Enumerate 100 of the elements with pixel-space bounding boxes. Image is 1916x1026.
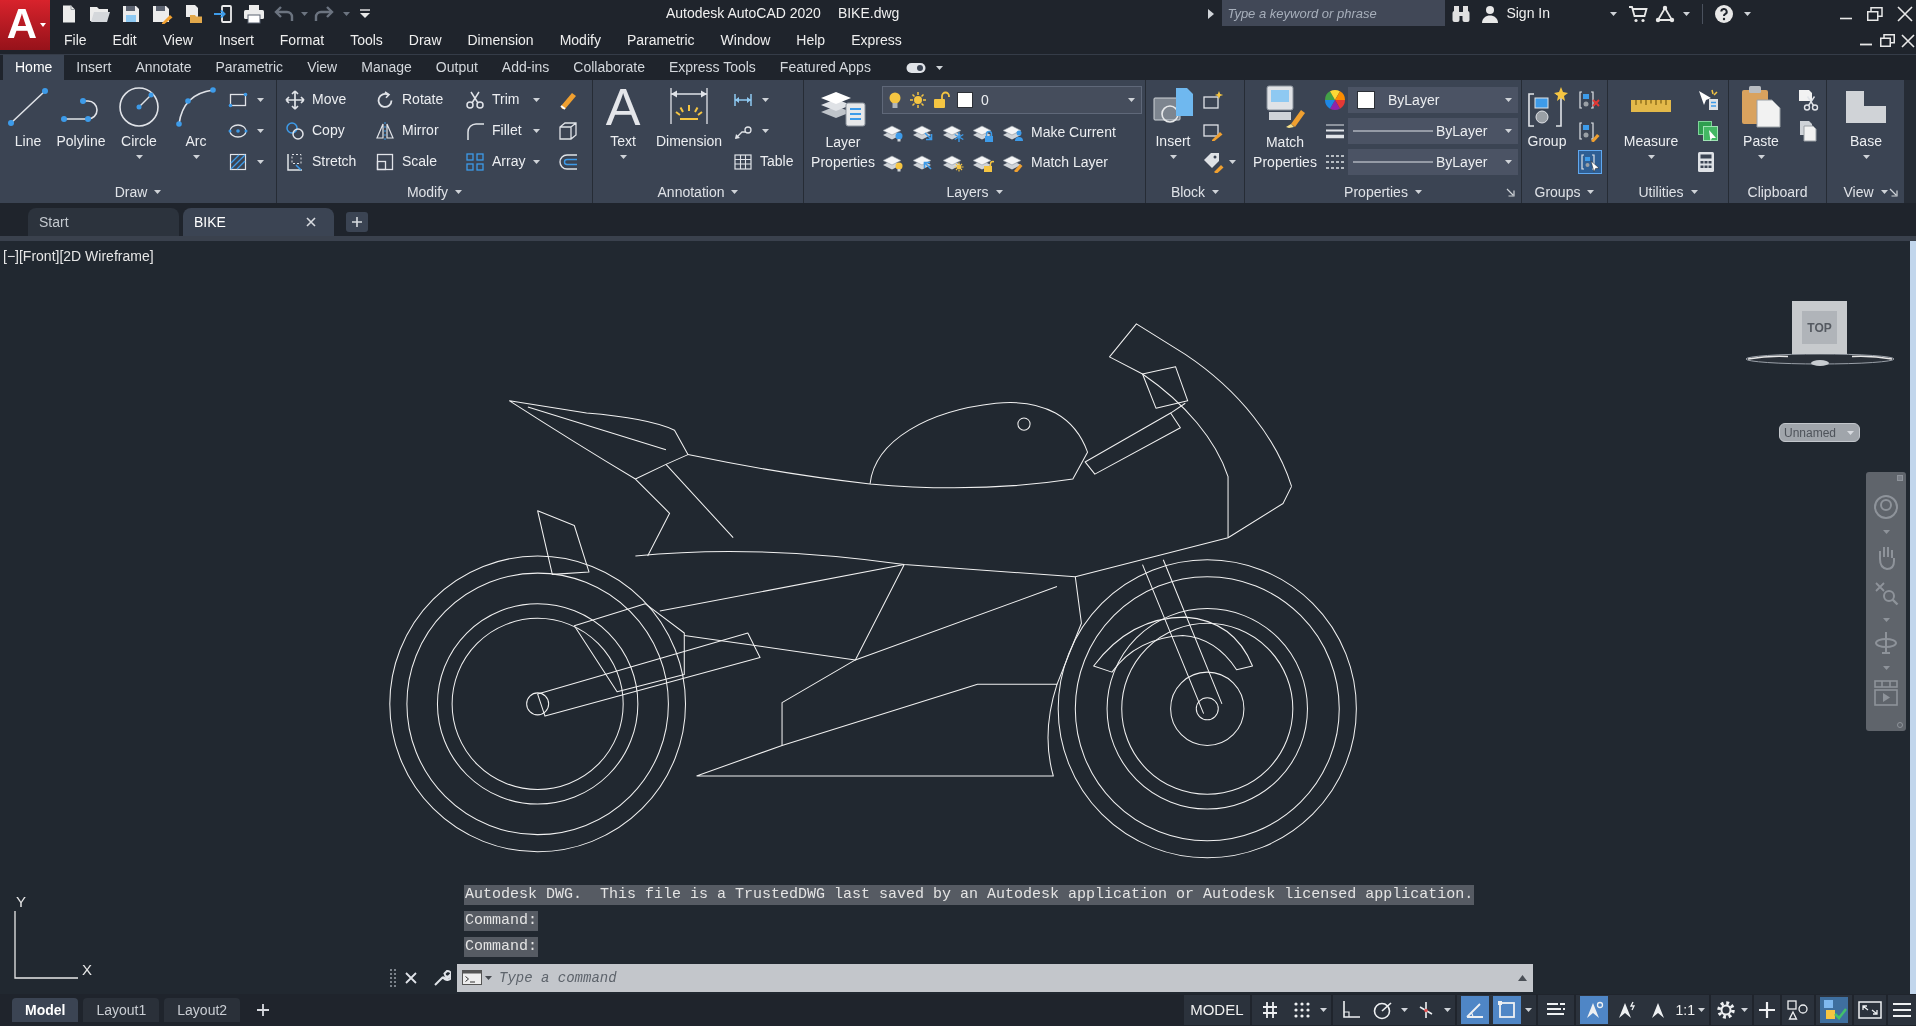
menu-item[interactable]: Parametric	[626, 30, 695, 51]
binoculars-icon[interactable]	[1451, 4, 1472, 23]
close-icon[interactable]	[306, 217, 316, 227]
caret-icon[interactable]	[762, 128, 769, 133]
padlock-icon[interactable]	[933, 91, 951, 109]
menu-item[interactable]: Edit	[112, 30, 137, 51]
caret-icon[interactable]	[1741, 1008, 1748, 1012]
caret-icon[interactable]	[257, 128, 264, 133]
ribbon-tab[interactable]: Add-ins	[489, 55, 562, 80]
restore-icon[interactable]	[1867, 6, 1883, 21]
caret-icon[interactable]	[533, 97, 540, 102]
menu-item[interactable]: Draw	[408, 30, 442, 51]
caret-icon[interactable]	[619, 155, 627, 159]
caret-icon[interactable]	[40, 23, 46, 27]
move-button[interactable]: Move	[285, 84, 375, 115]
match-properties-button[interactable]: Match Properties	[1247, 80, 1323, 172]
measure-button[interactable]: Measure	[1616, 80, 1686, 159]
caret-icon[interactable]	[1128, 98, 1135, 102]
cube-icon[interactable]	[558, 120, 578, 141]
ribbon-tab[interactable]: Featured Apps	[767, 55, 883, 80]
ungroup-brackets-icon[interactable]	[1578, 88, 1600, 111]
ribbon-tab[interactable]: Collaborate	[561, 55, 657, 80]
sun-icon[interactable]	[909, 91, 927, 109]
caret-icon[interactable]	[1505, 129, 1512, 133]
menu-item[interactable]: Help	[796, 30, 826, 51]
arc-button[interactable]: Arc	[168, 80, 224, 159]
plus-icon[interactable]	[257, 1004, 270, 1016]
cart-icon[interactable]	[1628, 4, 1648, 23]
wrench-icon[interactable]	[433, 968, 451, 987]
caret-icon[interactable]	[1587, 190, 1595, 194]
caret-icon[interactable]	[1880, 190, 1888, 194]
menu-item[interactable]: Tools	[350, 30, 383, 51]
ribbon-tab[interactable]: Express Tools	[656, 55, 768, 80]
dimension-button[interactable]: Dimension	[648, 80, 730, 150]
plus-icon[interactable]	[1758, 1001, 1776, 1019]
polyline-button[interactable]: Polyline	[52, 80, 110, 150]
line-button[interactable]: Line	[4, 80, 52, 150]
lineweight-dropdown[interactable]: ByLayer	[1348, 118, 1518, 144]
brackets-cursor-icon[interactable]	[1578, 149, 1602, 174]
document-scissors-icon[interactable]	[1797, 88, 1819, 111]
ribbon-tab[interactable]: Insert	[64, 55, 124, 80]
caret-icon[interactable]	[1698, 1008, 1705, 1012]
annotation-scale-button[interactable]: 1:1	[1675, 999, 1695, 1021]
calculator-icon[interactable]	[1697, 150, 1715, 173]
hatched-square-icon[interactable]	[228, 151, 248, 172]
grip-icon[interactable]	[389, 967, 397, 988]
linetype-dropdown[interactable]: ByLayer	[1348, 149, 1518, 175]
document-tab[interactable]: Start	[28, 208, 179, 236]
close-icon[interactable]	[405, 971, 417, 984]
printer-icon[interactable]	[243, 3, 265, 24]
visual-style-menu[interactable]: [2D Wireframe]	[59, 246, 154, 267]
caret-icon[interactable]	[1862, 155, 1870, 159]
caret-icon[interactable]	[1505, 98, 1512, 102]
copy-button[interactable]: Copy	[285, 115, 375, 146]
customize-dropdown-icon[interactable]	[360, 9, 370, 18]
application-menu-button[interactable]: A	[0, 0, 50, 50]
color-dropdown[interactable]: ByLayer	[1348, 87, 1518, 113]
caret-icon[interactable]	[1319, 1008, 1327, 1012]
layout-tab[interactable]: Layout1	[83, 998, 160, 1022]
group-button[interactable]: Group	[1522, 80, 1572, 150]
document-tab[interactable]: BIKE	[183, 208, 334, 236]
caret-icon[interactable]	[1229, 159, 1236, 164]
group-pencil-icon[interactable]	[1578, 119, 1600, 142]
drawing-canvas[interactable]: [−][Front][2D Wireframe] Y X TOP Unnamed Autodesk DWG. This file is a TrustedDWG last saved by an Autodesk application or Autodesk licensed application. Command: Command: Type a command	[0, 241, 1916, 994]
menu-item[interactable]: View	[162, 30, 193, 51]
square-corner-icon[interactable]	[1492, 996, 1521, 1024]
compass-ring-icon[interactable]	[1744, 351, 1896, 367]
diagonal-arrow-icon[interactable]	[1889, 188, 1898, 197]
caret-icon[interactable]	[533, 159, 540, 164]
terminal-icon[interactable]	[462, 970, 482, 985]
lightbulb-icon[interactable]	[887, 91, 903, 109]
squares-cursor-icon[interactable]	[1697, 119, 1719, 142]
caret-icon[interactable]	[455, 190, 463, 194]
ribbon-tab[interactable]: Parametric	[203, 55, 296, 80]
base-view-button[interactable]: Base	[1841, 80, 1891, 159]
caret-icon[interactable]	[533, 128, 540, 133]
help-icon[interactable]	[1714, 3, 1734, 24]
insert-button[interactable]: Insert	[1148, 80, 1198, 159]
color-wheel-icon[interactable]	[1324, 88, 1346, 111]
menu-item[interactable]: Window	[720, 30, 771, 51]
document-folder-icon[interactable]	[183, 3, 203, 24]
new-tab-button[interactable]	[346, 212, 368, 232]
caret-icon[interactable]	[1757, 155, 1765, 159]
menu-item[interactable]: Express	[851, 30, 902, 51]
match-layer-button[interactable]: Match Layer	[1002, 146, 1109, 178]
command-line-bar[interactable]: Type a command	[457, 963, 1533, 992]
parallel-curves-icon[interactable]	[558, 151, 578, 172]
ribbon-tab[interactable]: Manage	[349, 55, 424, 80]
import-arrow-icon[interactable]	[213, 3, 233, 24]
gear-icon[interactable]	[1715, 999, 1737, 1021]
table-button[interactable]: Table	[733, 146, 794, 177]
trim-button[interactable]: Trim	[465, 84, 520, 115]
ribbon-tab[interactable]: Annotate	[123, 55, 204, 80]
make-current-button[interactable]: Make Current	[1002, 116, 1116, 148]
mirror-button[interactable]: Mirror	[375, 115, 465, 146]
caret-icon[interactable]	[1744, 11, 1751, 16]
rectangle-star-icon[interactable]	[1202, 89, 1224, 110]
caret-icon[interactable]	[1443, 1008, 1451, 1012]
array-button[interactable]: Array	[465, 146, 526, 177]
caret-icon[interactable]	[1690, 190, 1698, 194]
